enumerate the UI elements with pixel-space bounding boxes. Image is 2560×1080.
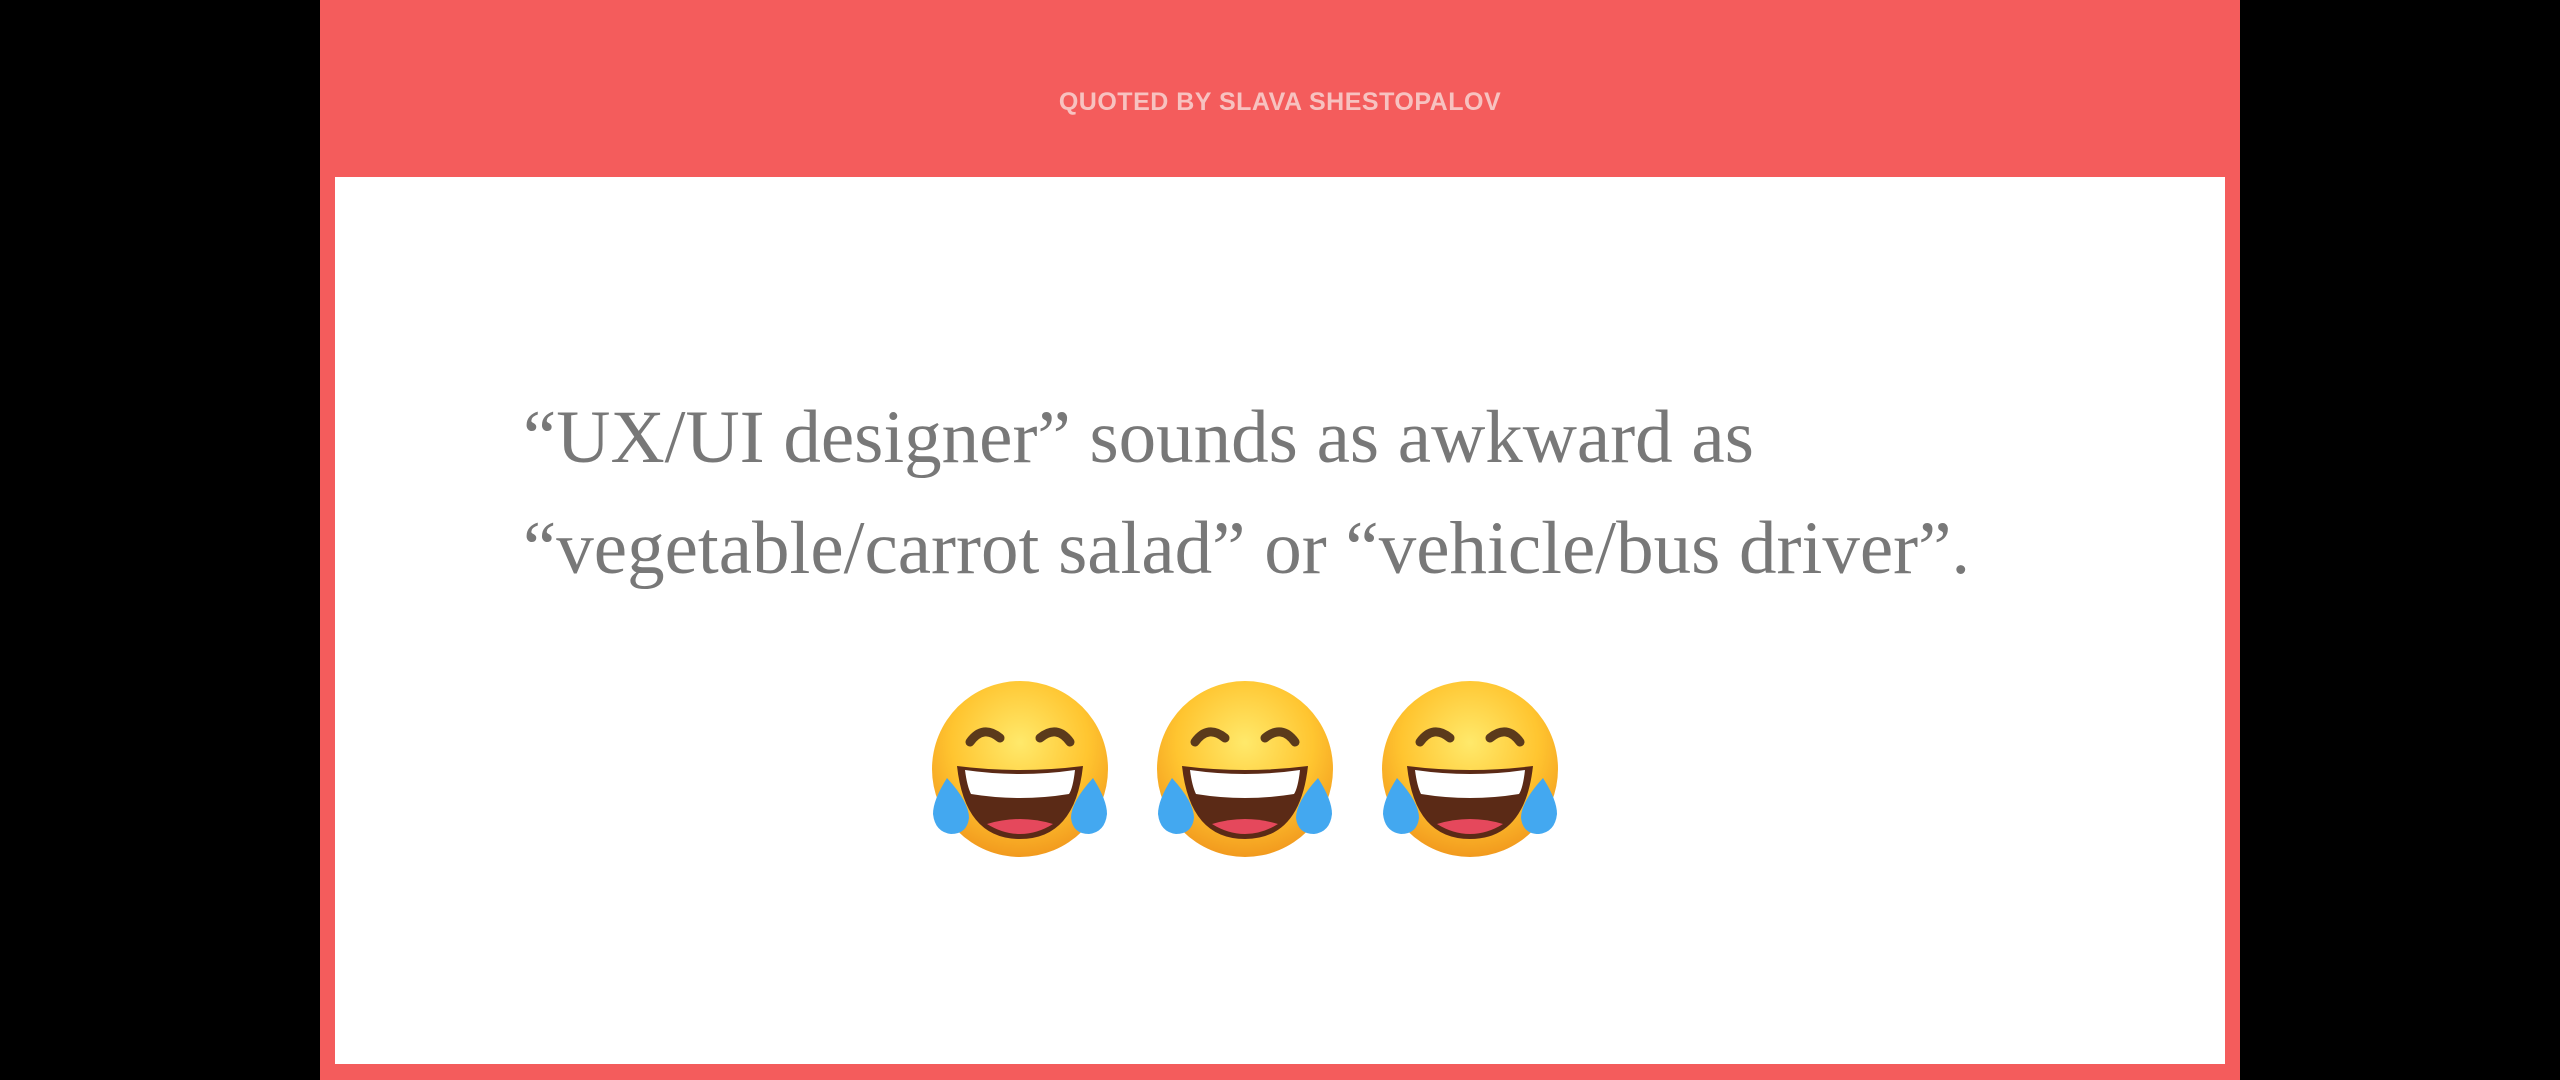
quote-text: “UX/UI designer” sounds as awkward as “v… <box>523 396 1971 590</box>
emoji-row <box>925 674 1575 864</box>
face-with-tears-of-joy-icon <box>1375 674 1565 864</box>
face-with-tears-of-joy-icon <box>925 674 1115 864</box>
quote-card: “UX/UI designer” sounds as awkward as “v… <box>335 177 2225 1064</box>
quote-slide: QUOTED BY SLAVA SHESTOPALOV “UX/UI desig… <box>320 0 2240 1080</box>
face-with-tears-of-joy-icon <box>1150 674 1340 864</box>
quote-author-byline: QUOTED BY SLAVA SHESTOPALOV <box>1058 88 1502 116</box>
